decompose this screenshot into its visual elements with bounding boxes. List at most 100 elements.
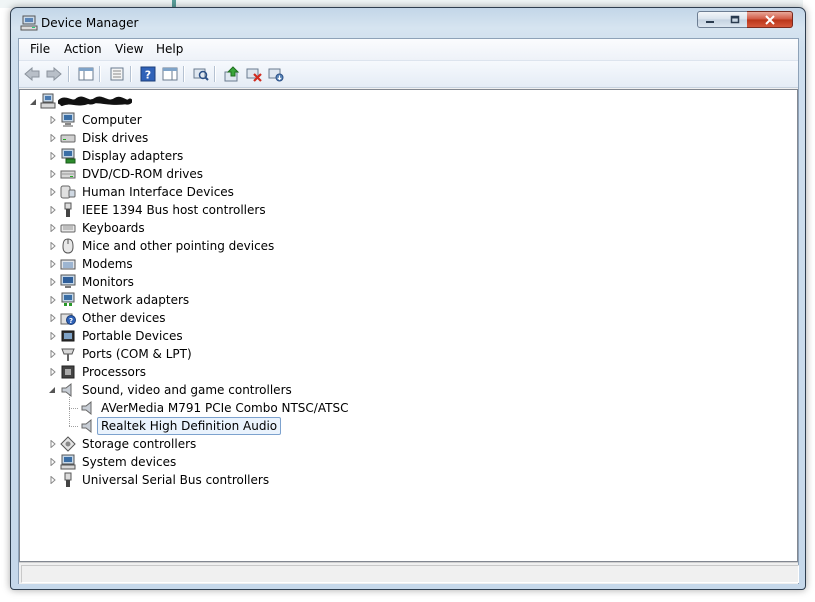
help-icon: ? [140,66,156,82]
category-label: Storage controllers [82,437,197,451]
tree-category-item[interactable]: DVD/CD-ROM drives [20,165,780,183]
tree-category-item[interactable]: Network adapters [20,291,780,309]
tree-category-item[interactable]: Universal Serial Bus controllers [20,471,780,489]
unknown-device-icon: ? [60,313,76,325]
computer-icon [61,112,75,127]
keyboard-icon [60,224,76,233]
tree-category-item[interactable]: Monitors [20,273,780,291]
tree-category-item[interactable]: Disk drives [20,129,780,147]
tree-category-item[interactable]: Sound, video and game controllers [20,381,780,399]
status-bar [19,562,799,584]
svg-text:?: ? [145,69,151,82]
tree-category-item[interactable]: Computer [20,111,780,129]
ieee1394-icon [64,202,72,217]
tree-category-item[interactable]: Ports (COM & LPT) [20,345,780,363]
properties-icon [110,67,124,81]
maximize-button[interactable] [722,11,748,28]
tree-category-item[interactable]: System devices [20,453,780,471]
forward-button[interactable] [45,65,63,83]
tree-device-item[interactable]: AVerMedia M791 PCIe Combo NTSC/ATSC [20,399,780,417]
category-label: Ports (COM & LPT) [82,347,192,361]
device-manager-window: Device Manager File Action View Help ? C… [10,7,806,590]
device-label: Realtek High Definition Audio [97,417,282,435]
tree-category-item[interactable]: ? Other devices [20,309,780,327]
tree-category-item[interactable]: Mice and other pointing devices [20,237,780,255]
uninstall-device-icon [268,68,284,82]
scan-hardware-icon [193,68,209,81]
back-arrow-icon [24,67,40,81]
toolbar-separator [130,66,132,82]
port-icon [61,348,75,361]
tree-device-item[interactable]: Realtek High Definition Audio [20,417,780,435]
network-adapter-icon [61,292,75,306]
tree-category-item[interactable]: Processors [20,363,780,381]
system-device-icon [60,454,76,470]
category-label: Sound, video and game controllers [82,383,292,397]
update-driver-button[interactable] [223,65,241,83]
menu-help[interactable]: Help [154,42,185,56]
show-hide-console-tree-button[interactable] [77,65,95,83]
scan-hardware-button[interactable] [192,65,210,83]
tree-connector [69,426,78,427]
menu-view[interactable]: View [113,42,145,56]
device-label: AVerMedia M791 PCIe Combo NTSC/ATSC [101,401,349,415]
category-label: Keyboards [82,221,145,235]
forward-arrow-icon [46,67,62,81]
toolbar-separator [68,66,70,82]
usb-icon [64,472,72,487]
help-button[interactable]: ? [139,65,157,83]
category-label: DVD/CD-ROM drives [82,167,204,181]
category-label: Universal Serial Bus controllers [82,473,270,487]
device-tree[interactable]: Computer Disk drives Display adapters DV… [19,89,798,562]
update-driver-icon [224,66,240,82]
disable-device-icon [246,68,262,82]
close-button[interactable] [747,11,793,28]
tree-category-item[interactable]: Display adapters [20,147,780,165]
menu-file[interactable]: File [28,42,52,56]
tree-connector [69,408,78,409]
storage-controller-icon [60,436,76,452]
svg-text:?: ? [69,317,73,325]
speaker-icon [61,382,72,398]
disable-device-button[interactable] [245,65,263,83]
tree-category-item[interactable]: Modems [20,255,780,273]
uninstall-device-button[interactable] [267,65,285,83]
expanded-triangle-icon [29,98,36,105]
toolbar-separator [99,66,101,82]
processor-icon [61,365,75,379]
category-expander[interactable] [48,475,57,484]
toolbar: ? [19,61,798,88]
speaker-icon [81,418,92,434]
tree-category-item[interactable]: Keyboards [20,219,780,237]
status-pane [21,565,799,583]
show-hide-console-tree-icon [78,67,94,81]
tree-category-item[interactable]: IEEE 1394 Bus host controllers [20,201,780,219]
category-label: Modems [82,257,133,271]
dvd-drive-icon [60,170,76,179]
category-label: Network adapters [82,293,190,307]
menu-action[interactable]: Action [62,42,104,56]
restore-icon [730,15,739,24]
device-manager-icon [20,15,38,31]
category-label: Mice and other pointing devices [82,239,275,253]
category-label: System devices [82,455,177,469]
speaker-icon [81,400,92,416]
menu-bar: File Action View Help [19,39,798,61]
minimize-button[interactable] [697,11,723,28]
tree-category-item[interactable]: Portable Devices [20,327,780,345]
tree-category-item[interactable]: Storage controllers [20,435,780,453]
action-pane-button[interactable] [161,65,179,83]
category-label: Processors [82,365,147,379]
computer-root-icon [40,93,56,109]
back-button[interactable] [23,65,41,83]
toolbar-separator [214,66,216,82]
category-label: Monitors [82,275,134,289]
hid-icon [60,185,76,199]
root-expander[interactable] [29,97,38,106]
properties-button[interactable] [108,65,126,83]
category-label: IEEE 1394 Bus host controllers [82,203,266,217]
disk-drive-icon [60,134,76,143]
tree-category-item[interactable]: Human Interface Devices [20,183,780,201]
action-pane-icon [162,67,178,81]
category-label: Portable Devices [82,329,183,343]
